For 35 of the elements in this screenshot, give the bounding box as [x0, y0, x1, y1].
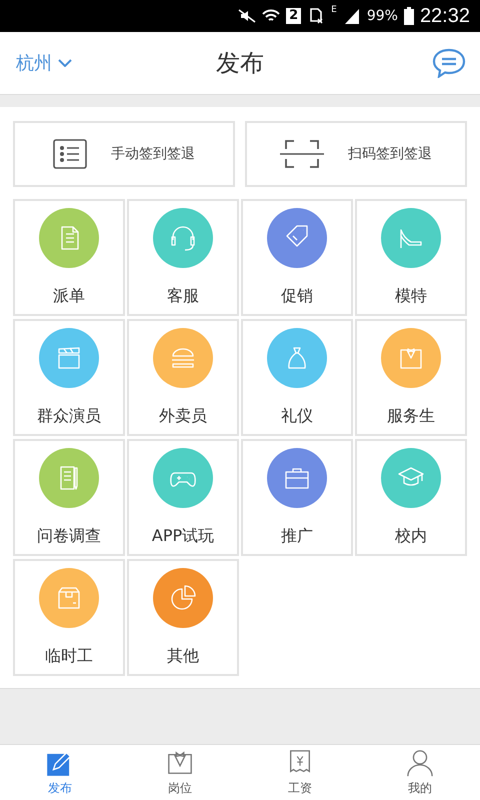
- category-tile[interactable]: APP试玩: [127, 439, 239, 556]
- message-icon[interactable]: [432, 48, 466, 78]
- tab-item[interactable]: 发布: [0, 745, 120, 800]
- category-tile[interactable]: 服务生: [355, 319, 467, 436]
- clock: 22:32: [420, 4, 470, 28]
- tab-item[interactable]: 岗位: [120, 745, 240, 800]
- sim-label: 2: [286, 8, 302, 24]
- category-tile[interactable]: 客服: [127, 199, 239, 316]
- battery-percent: 99%: [366, 8, 398, 24]
- mute-icon: [238, 8, 256, 24]
- category-tile[interactable]: 礼仪: [241, 319, 353, 436]
- signal-icon: [342, 8, 361, 24]
- list-icon: [53, 139, 87, 169]
- category-tile[interactable]: 校内: [355, 439, 467, 556]
- category-tile[interactable]: 模特: [355, 199, 467, 316]
- tab-item[interactable]: 工资: [240, 745, 360, 800]
- category-tile[interactable]: 派单: [13, 199, 125, 316]
- sign-in-button[interactable]: 手动签到签退: [13, 121, 235, 187]
- category-tile[interactable]: 促销: [241, 199, 353, 316]
- sim-card-icon: [307, 8, 326, 24]
- chevron-down-icon: [58, 59, 72, 67]
- scan-icon: [280, 139, 324, 169]
- category-tile[interactable]: 临时工: [13, 559, 125, 676]
- page-title: 发布: [216, 48, 264, 79]
- sign-in-button[interactable]: 扫码签到签退: [245, 121, 467, 187]
- category-tile[interactable]: 问卷调查: [13, 439, 125, 556]
- category-tile[interactable]: 外卖员: [127, 319, 239, 436]
- category-tile[interactable]: 群众演员: [13, 319, 125, 436]
- category-tile[interactable]: 其他: [127, 559, 239, 676]
- battery-icon: [404, 7, 414, 25]
- tab-item[interactable]: 我的: [360, 745, 480, 800]
- network-type: E: [331, 5, 337, 15]
- tuxedo-icon: [166, 748, 194, 776]
- category-tile[interactable]: 推广: [241, 439, 353, 556]
- person-icon: [406, 748, 434, 776]
